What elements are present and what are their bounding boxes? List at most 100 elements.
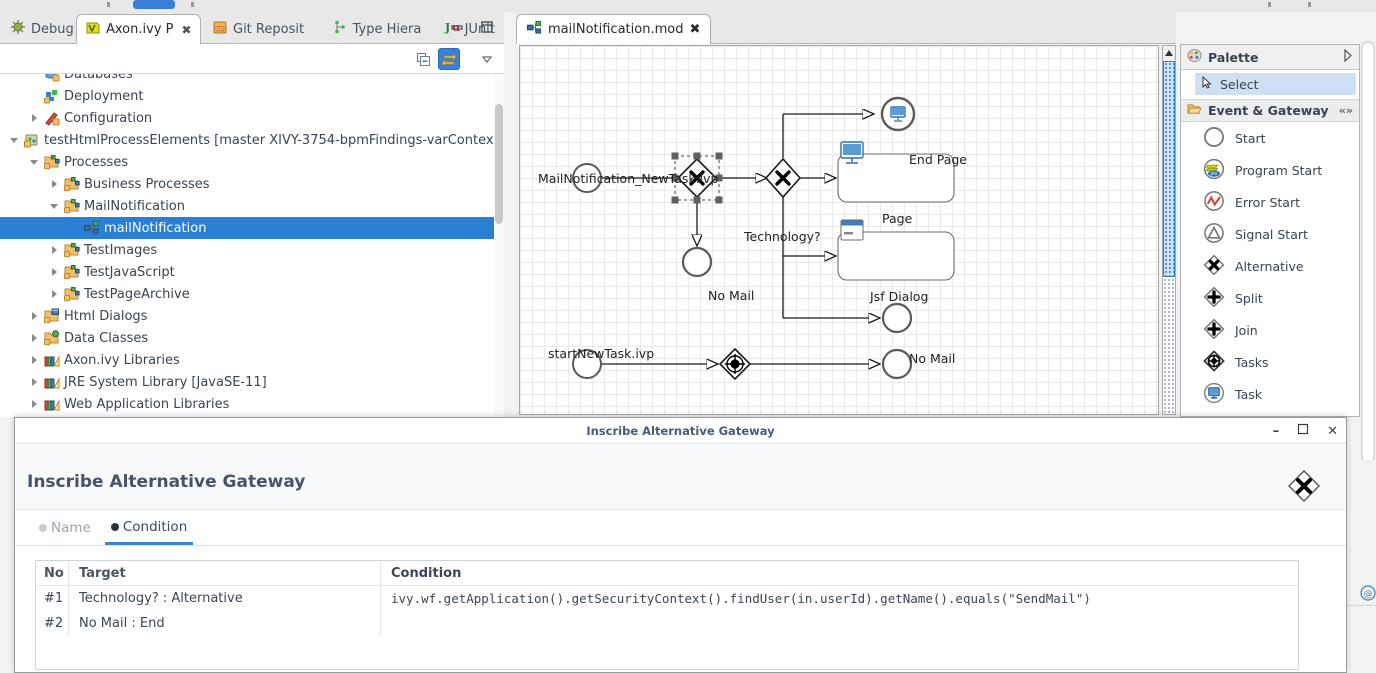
dialog-tab-name[interactable]: Name [33,511,97,545]
palette-item-label: Error Start [1235,194,1300,210]
dialog-tab-bar[interactable]: Name Condition [15,510,1346,546]
chevron-right-icon[interactable] [30,113,40,123]
svg-text:GIT: GIT [216,27,224,33]
view-menu-button[interactable] [476,48,498,70]
tree-item-mailnotification[interactable]: MailNotification [0,195,504,217]
palette-item-join[interactable]: Join [1181,314,1359,346]
background-at-icon: @ [1360,585,1376,604]
canvas-vertical-scrollbar[interactable] [1162,45,1176,415]
view-tab-git-reposit[interactable]: GIT Git Reposit [204,14,312,44]
chevron-right-icon[interactable] [50,267,60,277]
diagram-canvas[interactable]: MailNotification_NewTask.ivp End Page Tech… [519,45,1159,415]
tree-item-testimages[interactable]: TestImages [0,239,504,261]
chevron-right-icon[interactable] [30,311,40,321]
dialog-tab-condition[interactable]: Condition [104,511,194,545]
chevron-down-icon[interactable] [10,135,20,145]
editor-tab-mailnotification[interactable]: mailNotification.mod ✖ [516,14,712,44]
view-tab-label: Git Reposit [233,21,305,37]
palette-item-task[interactable]: Task [1181,378,1359,410]
palette-item-error-start[interactable]: Error Start [1181,186,1359,218]
maximize-button[interactable] [480,20,494,37]
chevron-right-icon[interactable] [30,399,40,409]
folder-open-icon [1187,103,1202,119]
tree-item-label: JRE System Library [JavaSE-11] [64,374,267,390]
cell-target[interactable]: No Mail : End [68,611,380,636]
palette-item-list[interactable]: Start JAV Program Start Error Start Signal S… [1181,122,1359,410]
table-body[interactable]: #1 Technology? : Alternative ivy.wf.getApp… [36,586,1298,636]
explorer-scrollbar[interactable] [494,74,504,417]
maximize-button[interactable] [1297,423,1309,439]
table-row[interactable]: #1 Technology? : Alternative ivy.wf.getApp… [36,586,1298,611]
project-tree[interactable]: Databases Deployment Configuration testHtml… [0,74,504,417]
minimize-button[interactable]: – [1273,424,1280,439]
tree-item-label: testHtmlProcessElements [master XIVY-375… [44,132,504,148]
palette-item-start[interactable]: Start [1181,122,1359,154]
tree-item-deployment[interactable]: Deployment [0,85,504,107]
palette-group-event-gateway[interactable]: Event & Gateway «» [1181,99,1359,122]
chevron-right-icon[interactable] [1342,48,1353,65]
cell-condition[interactable] [380,611,1298,636]
table-row[interactable]: #2 No Mail : End [36,611,1298,636]
canvas-scrollbar-track[interactable] [1163,278,1175,414]
column-header-condition: Condition [380,561,1298,585]
palette-item-tasks[interactable]: Tasks [1181,346,1359,378]
condition-table[interactable]: No Target Condition #1 Technology? : Alte… [35,560,1299,670]
cell-condition[interactable]: ivy.wf.getApplication().getSecurityConte… [380,586,1298,611]
close-button[interactable]: ✕ [1327,424,1338,439]
chevron-down-icon[interactable] [30,157,40,167]
configuration-icon [44,110,60,126]
tree-item-web-application-libraries[interactable]: Web Application Libraries [0,393,504,415]
link-with-editor-button[interactable] [438,48,460,70]
chevron-right-icon[interactable] [30,377,40,387]
background-panel-stub [1360,30,1376,463]
view-tab-debug[interactable]: Debug [2,14,82,44]
tree-item-data-classes[interactable]: Data Classes [0,327,504,349]
cell-target[interactable]: Technology? : Alternative [68,586,380,611]
join-gateway-icon [1203,318,1225,343]
tree-item-html-dialogs[interactable]: Html Dialogs [0,305,504,327]
chevron-right-icon[interactable] [50,179,60,189]
tree-item-testjavascript[interactable]: TestJavaScript [0,261,504,283]
palette-item-program-start[interactable]: JAV Program Start [1181,154,1359,186]
tree-item-label: Web Application Libraries [64,396,230,412]
palette-item-split[interactable]: Split [1181,282,1359,314]
palette-tool-select[interactable]: Select [1195,73,1356,95]
diagram-label: Page [882,211,913,226]
tree-item-testhtmlprocesselements-master-xivy-3754[interactable]: testHtmlProcessElements [master XIVY-375… [0,129,504,151]
chevron-down-icon[interactable] [50,201,60,211]
view-tab-type-hiera[interactable]: Type Hiera [324,14,430,44]
close-icon[interactable]: ✖ [689,22,700,37]
scroll-up-icon[interactable] [1163,46,1175,60]
palette-item-signal-start[interactable]: Signal Start [1181,218,1359,250]
tree-item-processes[interactable]: Processes [0,151,504,173]
palette-icon [1187,48,1202,66]
chevron-right-icon[interactable] [30,355,40,365]
collapse-icon[interactable]: «» [1339,104,1353,117]
chevron-right-icon[interactable] [50,245,60,255]
palette-item-alternative[interactable]: Alternative [1181,250,1359,282]
close-icon[interactable]: ✖ [181,23,191,37]
explorer-scrollbar-thumb[interactable] [495,104,503,224]
minimize-button[interactable] [450,21,464,36]
tree-item-axon-ivy-libraries[interactable]: Axon.ivy Libraries [0,349,504,371]
library-icon [44,352,60,368]
tree-item-business-processes[interactable]: Business Processes [0,173,504,195]
cell-no: #2 [44,616,64,631]
tree-item-testpagearchive[interactable]: TestPageArchive [0,283,504,305]
tree-item-mailnotification[interactable]: mailNotification [0,217,504,239]
tree-item-configuration[interactable]: Configuration [0,107,504,129]
tree-item-databases[interactable]: Databases [0,74,504,85]
deployment-icon [44,88,60,104]
canvas-scrollbar-thumb[interactable] [1163,61,1175,277]
global-toolbar-strip [0,0,1376,12]
collapse-all-button[interactable] [412,48,434,70]
chevron-right-icon[interactable] [30,333,40,343]
view-tab-axon-ivy-p[interactable]: Axon.ivy P ✖ [76,14,201,44]
toolbar-run-button[interactable] [133,0,175,9]
chevron-right-icon[interactable] [50,289,60,299]
library-icon [44,374,60,390]
tree-item-label: MailNotification [84,198,185,214]
error-start-icon [1203,190,1225,215]
tree-item-jre-system-library-javase-11[interactable]: JRE System Library [JavaSE-11] [0,371,504,393]
